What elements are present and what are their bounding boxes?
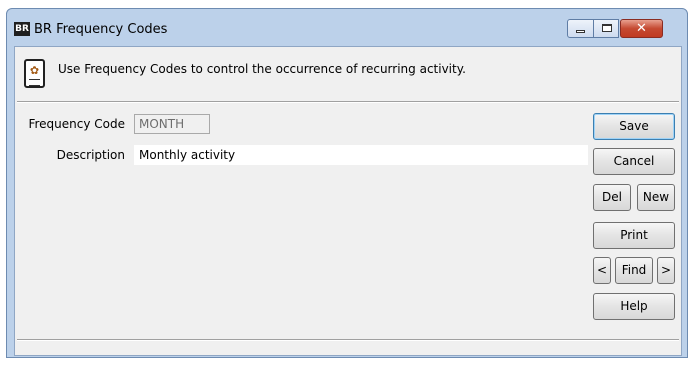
frequency-code-field[interactable]: MONTH: [134, 114, 210, 134]
frequency-code-label: Frequency Code: [28, 117, 125, 131]
minimize-button[interactable]: [567, 19, 594, 38]
next-button[interactable]: >: [657, 257, 675, 284]
print-button[interactable]: Print: [593, 222, 675, 249]
previous-button[interactable]: <: [593, 257, 611, 284]
help-button[interactable]: Help: [593, 293, 675, 320]
document-gear-icon: ✿: [24, 59, 45, 88]
footer-divider: [17, 339, 679, 341]
maximize-icon: [602, 24, 612, 32]
save-button[interactable]: Save: [593, 113, 675, 140]
gear-icon: ✿: [29, 64, 40, 77]
delete-button[interactable]: Del: [593, 184, 631, 211]
close-button[interactable]: ✕: [620, 19, 663, 38]
description-label: Description: [56, 148, 125, 162]
app-icon: BR: [14, 22, 30, 36]
info-text: Use Frequency Codes to control the occur…: [58, 62, 466, 76]
cancel-button[interactable]: Cancel: [593, 148, 675, 175]
app-window: BR BR Frequency Codes ✕ ✿ Use Frequency …: [6, 8, 688, 358]
minimize-icon: [576, 30, 585, 33]
close-icon: ✕: [636, 21, 647, 36]
client-area: ✿ Use Frequency Codes to control the occ…: [14, 46, 682, 356]
new-button[interactable]: New: [637, 184, 675, 211]
window-title: BR Frequency Codes: [34, 22, 168, 37]
find-button[interactable]: Find: [615, 257, 653, 284]
document-lines: [29, 79, 40, 86]
header-divider: [17, 101, 679, 103]
description-field[interactable]: Monthly activity: [134, 145, 588, 165]
maximize-button[interactable]: [593, 19, 619, 38]
title-bar[interactable]: BR BR Frequency Codes ✕: [7, 9, 687, 47]
